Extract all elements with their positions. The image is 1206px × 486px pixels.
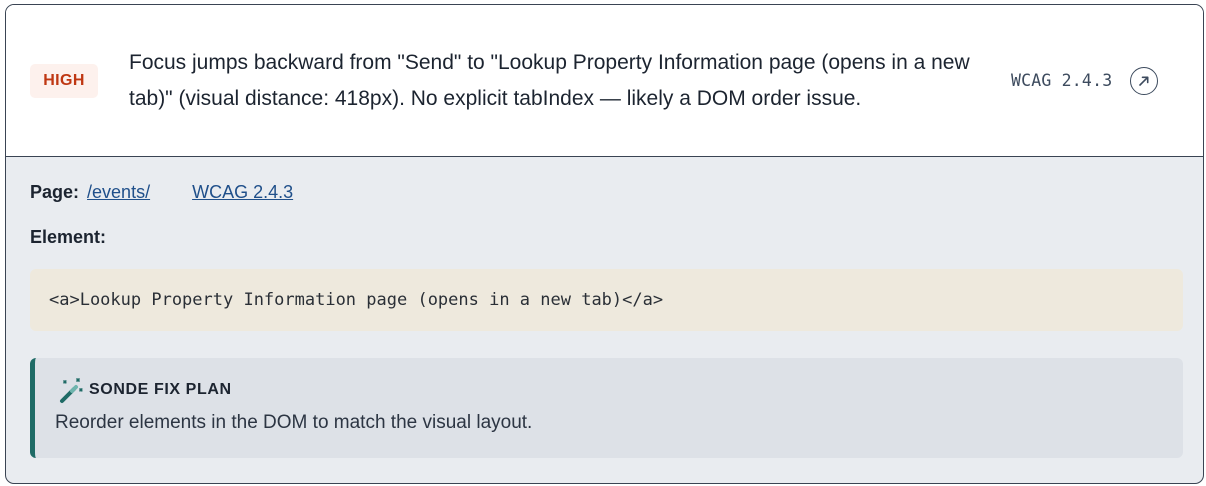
magic-wand-icon <box>60 378 83 403</box>
issue-description: Focus jumps backward from "Send" to "Loo… <box>129 50 970 110</box>
wcag-link[interactable]: WCAG 2.4.3 <box>192 182 293 203</box>
external-link-icon <box>1139 76 1149 86</box>
open-issue-button[interactable] <box>1130 66 1159 95</box>
issue-card: HIGH Focus jumps backward from "Send" to… <box>5 4 1204 484</box>
page-link[interactable]: /events/ <box>87 182 150 203</box>
fix-plan-title: SONDE FIX PLAN <box>89 381 232 398</box>
fix-plan-panel: SONDE FIX PLAN Reorder elements in the D… <box>30 358 1183 458</box>
element-code-block: <a>Lookup Property Information page (ope… <box>30 269 1183 331</box>
issue-details: Page: /events/ WCAG 2.4.3 Element: <a>Lo… <box>6 182 1203 458</box>
severity-badge: HIGH <box>30 63 98 98</box>
element-code: <a>Lookup Property Information page (ope… <box>49 290 664 310</box>
issue-summary-row[interactable]: HIGH Focus jumps backward from "Send" to… <box>6 5 1203 157</box>
page-row: Page: /events/ WCAG 2.4.3 <box>30 182 1183 203</box>
element-label: Element: <box>30 227 107 247</box>
fix-plan-text: Reorder elements in the DOM to match the… <box>55 412 533 433</box>
page-label: Page: <box>30 182 80 202</box>
wcag-criterion-code: WCAG 2.4.3 <box>1011 71 1113 90</box>
